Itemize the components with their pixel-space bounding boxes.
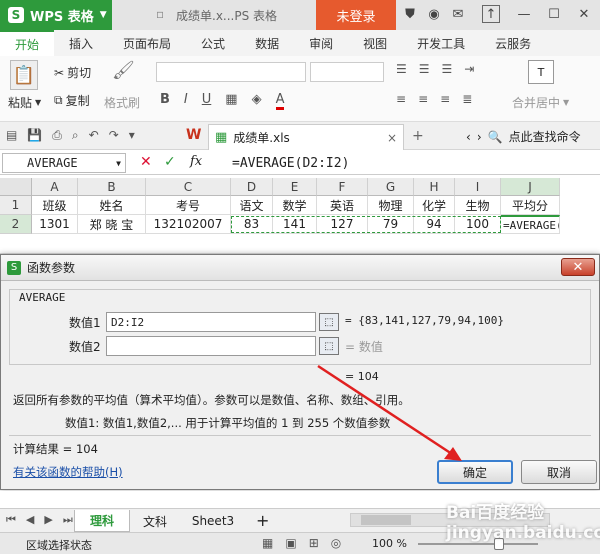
add-sheet-icon[interactable]: + [256,511,269,530]
status-mode: 区域选择状态 [26,539,92,552]
sheet-tab-sheet3[interactable]: Sheet3 [180,510,246,532]
view-normal-icon[interactable]: ▦ [262,536,273,550]
scroll-thumb[interactable] [361,515,411,525]
watermark: Bai百度经验 jingyan.baidu.com [446,503,600,543]
zoom-level: 100 % [372,537,407,550]
sheet-tab-science[interactable]: 理科 [74,510,130,532]
prev-sheet-icon[interactable]: ◀ [26,513,34,527]
sheet-tab-arts[interactable]: 文科 [132,510,178,532]
last-sheet-icon[interactable]: ⏭ [63,513,73,527]
view-page-icon[interactable]: ⊞ [309,536,319,550]
eye-icon[interactable]: ◎ [331,536,341,550]
zoom-slider[interactable] [418,538,538,550]
view-layout-icon[interactable]: ▣ [285,536,296,550]
next-sheet-icon[interactable]: ▶ [44,513,52,527]
annotation-arrow [317,364,462,461]
first-sheet-icon[interactable]: ⏮ [6,513,16,527]
